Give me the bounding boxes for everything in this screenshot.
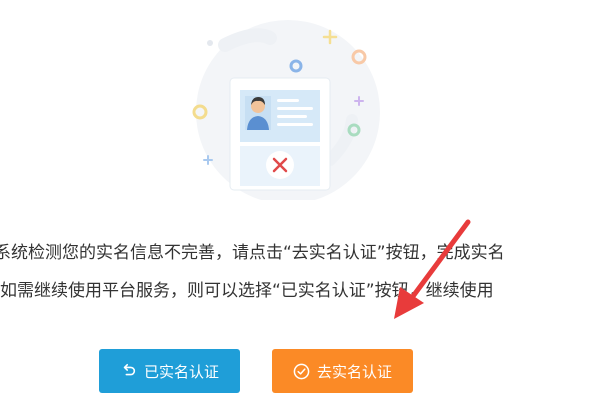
pointer-arrow-icon (394, 219, 471, 319)
verified-button[interactable]: 已实名认证 (99, 349, 240, 393)
go-verify-button[interactable]: 去实名认证 (272, 349, 413, 393)
card-line-2 (277, 107, 313, 110)
id-card-illustration (192, 20, 380, 200)
card-line-1 (277, 99, 299, 102)
go-verify-button-label: 去实名认证 (316, 362, 392, 381)
card-line-4 (277, 123, 313, 126)
verification-page: 系统检测您的实名信息不完善，请点击“去实名认证”按钮，完成实名 如需继续使用平台… (0, 0, 600, 403)
undo-icon (120, 362, 138, 380)
verified-button-label: 已实名认证 (143, 362, 219, 381)
card-line-3 (277, 115, 307, 118)
check-circle-icon (293, 362, 311, 380)
decor-dot-grey (207, 40, 213, 46)
